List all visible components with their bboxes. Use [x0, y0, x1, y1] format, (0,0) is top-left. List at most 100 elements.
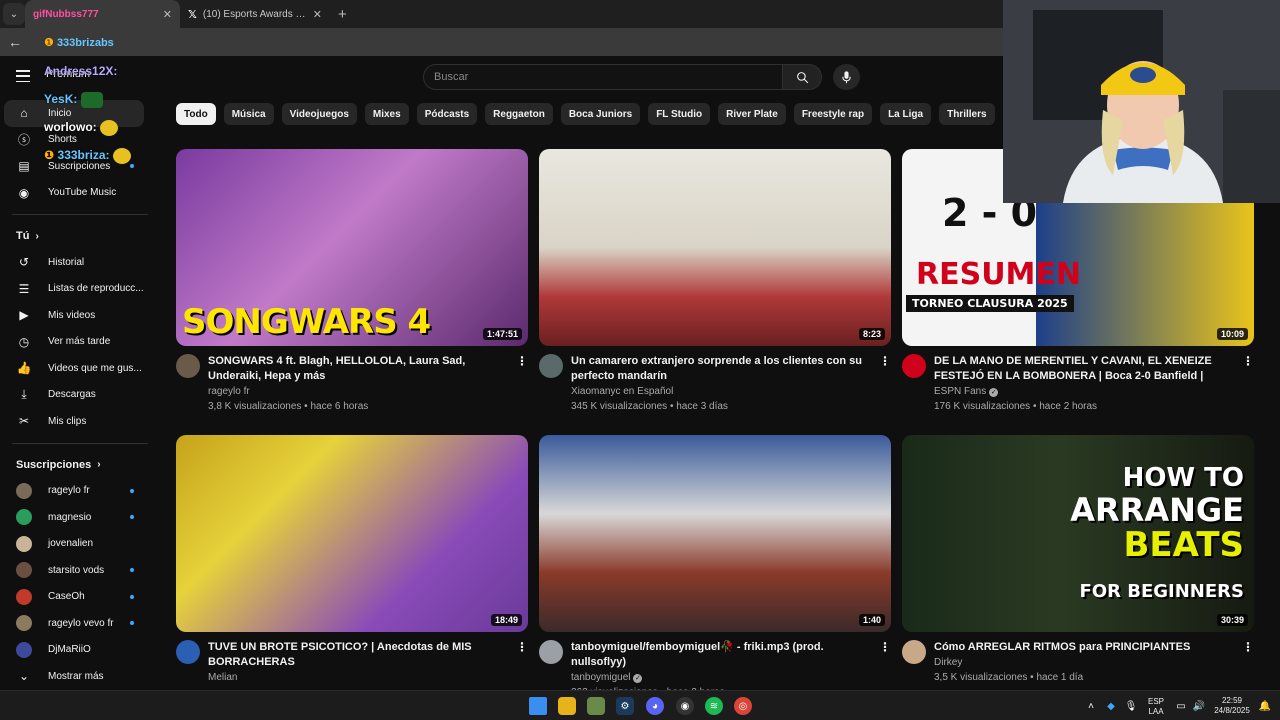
channel-avatar[interactable]	[539, 354, 563, 378]
chip-river-plate[interactable]: River Plate	[718, 103, 786, 125]
chip-mixes[interactable]: Mixes	[364, 103, 409, 125]
video-thumbnail[interactable]: 1:40	[539, 435, 891, 632]
more-options-icon[interactable]: ⋮	[516, 640, 528, 683]
microphone-tray-icon[interactable]: 🎙	[1122, 697, 1140, 715]
video-title[interactable]: Un camarero extranjero sorprende a los c…	[571, 354, 879, 384]
notifications-icon[interactable]: 🔔	[1256, 697, 1274, 715]
video-card[interactable]: 8:23 Un camarero extranjero sorprende a l…	[539, 149, 891, 412]
channel-avatar[interactable]	[902, 640, 926, 664]
sidebar-item-youtube-music[interactable]: ◉ YouTube Music	[0, 180, 160, 207]
video-card[interactable]: 18:49 TUVE UN BROTE PSICOTICO? | Anecdota…	[176, 435, 528, 683]
address-bar[interactable]: ❶ 333brizabs	[44, 36, 114, 49]
sidebar-sub-rageylo-vevo-fr[interactable]: rageylo vevo fr	[0, 610, 160, 637]
sidebar-item-videos-que-me-gus-[interactable]: 👍 Videos que me gus...	[0, 355, 160, 382]
video-title[interactable]: TUVE UN BROTE PSICOTICO? | Anecdotas de …	[208, 640, 516, 670]
channel-avatar[interactable]	[902, 354, 926, 378]
video-title[interactable]: tanboymiguel/femboymiguel🥀 - friki.mp3 (…	[571, 640, 879, 670]
close-tab-icon[interactable]: ✕	[313, 8, 322, 21]
home-icon: ⌂	[20, 106, 28, 121]
keyboard-language[interactable]: ESP LAA	[1144, 697, 1168, 717]
sidebar-item-ver-m-s-tarde[interactable]: ◷ Ver más tarde	[0, 329, 160, 356]
video-channel[interactable]: ESPN Fans ✓	[934, 386, 1242, 397]
video-channel[interactable]: rageylo fr	[208, 386, 516, 397]
video-channel[interactable]: Dirkey	[934, 657, 1242, 668]
clock[interactable]: 22:59 24/8/2025	[1208, 696, 1256, 716]
sidebar-heading-you[interactable]: Tú ›	[0, 223, 160, 249]
close-tab-icon[interactable]: ✕	[163, 8, 172, 21]
tab-title: (10) Esports Awards en X: "The	[202, 8, 307, 20]
more-options-icon[interactable]: ⋮	[879, 354, 891, 412]
video-thumbnail[interactable]: 8:23	[539, 149, 891, 346]
spotify-icon[interactable]: ≋	[705, 697, 723, 715]
chip-reggaeton[interactable]: Reggaeton	[485, 103, 553, 125]
hamburger-menu-icon[interactable]	[16, 70, 30, 82]
chevron-up-icon[interactable]: ˄	[1082, 697, 1100, 715]
video-card[interactable]: 1:40 tanboymiguel/femboymiguel🥀 - friki.m…	[539, 435, 891, 698]
video-card[interactable]: SONGWARS 4 1:47:51 SONGWARS 4 ft. Blagh, H…	[176, 149, 528, 412]
chip-música[interactable]: Música	[223, 103, 274, 125]
video-thumbnail[interactable]: SONGWARS 4 1:47:51	[176, 149, 528, 346]
chip-fl-studio[interactable]: FL Studio	[648, 103, 711, 125]
chip-boca-juniors[interactable]: Boca Juniors	[560, 103, 641, 125]
sidebar-heading-subscriptions[interactable]: Suscripciones ›	[0, 452, 160, 478]
tab-search-button[interactable]: ⌄	[3, 3, 25, 25]
sidebar-item-descargas[interactable]: ⤓ Descargas	[0, 382, 160, 409]
discord-icon[interactable]: ◕	[646, 697, 664, 715]
tab-title: gifNubbss777	[33, 8, 99, 20]
video-channel[interactable]: Melian	[208, 672, 516, 683]
search-input[interactable]: Buscar	[423, 64, 783, 90]
channel-avatar[interactable]	[539, 640, 563, 664]
tray-app-icon[interactable]: ◆	[1102, 697, 1120, 715]
more-options-icon[interactable]: ⋮	[1242, 640, 1254, 683]
sidebar-sub-djmariio[interactable]: DjMaRiiO	[0, 637, 160, 664]
channel-avatar[interactable]	[176, 640, 200, 664]
sidebar-show-more[interactable]: ⌄ Mostrar más	[0, 663, 160, 690]
search-button[interactable]	[782, 64, 822, 90]
video-thumbnail[interactable]: 18:49	[176, 435, 528, 632]
chat-line: worlowo:	[44, 120, 97, 135]
tab-active[interactable]: gifNubbss777 ✕	[25, 0, 180, 28]
file-explorer-icon[interactable]	[558, 697, 576, 715]
sidebar-sub-jovenalien[interactable]: jovenalien	[0, 531, 160, 558]
new-tab-icon[interactable]: +	[338, 6, 347, 23]
more-options-icon[interactable]: ⋮	[516, 354, 528, 412]
windows-start-icon[interactable]	[529, 697, 547, 715]
sidebar-sub-rageylo-fr[interactable]: rageylo fr	[0, 478, 160, 505]
sidebar-item-historial[interactable]: ↺ Historial	[0, 249, 160, 276]
app-icon[interactable]	[587, 697, 605, 715]
chip-thrillers[interactable]: Thrillers	[939, 103, 995, 125]
sidebar-item-listas-de-reproducc-[interactable]: ☰ Listas de reproducc...	[0, 276, 160, 303]
channel-avatar[interactable]	[176, 354, 200, 378]
video-channel[interactable]: tanboymiguel ✓	[571, 672, 879, 683]
voice-search-button[interactable]	[833, 64, 860, 90]
steam-icon[interactable]: ⚙	[616, 697, 634, 715]
video-title[interactable]: Cómo ARREGLAR RITMOS para PRINCIPIANTES	[934, 640, 1242, 655]
sidebar-sub-magnesio[interactable]: magnesio	[0, 504, 160, 531]
channel-avatar	[16, 588, 32, 605]
tab-esports[interactable]: 𝕏 (10) Esports Awards en X: "The ✕	[180, 0, 330, 28]
youtube-music-icon: ◉	[18, 185, 30, 200]
chip-freestyle-rap[interactable]: Freestyle rap	[793, 103, 873, 125]
video-title[interactable]: DE LA MANO DE MERENTIEL Y CAVANI, EL XEN…	[934, 354, 1242, 384]
sidebar-sub-starsito-vods[interactable]: starsito vods	[0, 557, 160, 584]
filter-chips: Todo Música Videojuegos Mixes Pódcasts Reggae…	[176, 103, 1003, 125]
sidebar-sub-caseoh[interactable]: CaseOh	[0, 584, 160, 611]
video-thumbnail[interactable]: HOW TO ARRANGE BEATS FOR BEGINNERS 30:39	[902, 435, 1254, 632]
chat-emote-icon	[100, 120, 119, 136]
network-icon[interactable]: ▭	[1172, 697, 1190, 715]
video-title[interactable]: SONGWARS 4 ft. Blagh, HELLOLOLA, Laura S…	[208, 354, 516, 384]
sidebar-item-mis-videos[interactable]: ▶ Mis videos	[0, 302, 160, 329]
chip-la-liga[interactable]: La Liga	[880, 103, 932, 125]
video-card[interactable]: HOW TO ARRANGE BEATS FOR BEGINNERS 30:39 Cómo…	[902, 435, 1254, 683]
obs-icon[interactable]: ◉	[676, 697, 694, 715]
back-arrow-icon[interactable]: ←	[8, 34, 22, 50]
chrome-icon[interactable]: ◎	[734, 697, 752, 715]
sidebar-item-mis-clips[interactable]: ✂ Mis clips	[0, 408, 160, 435]
volume-icon[interactable]: 🔊	[1190, 697, 1208, 715]
chip-pódcasts[interactable]: Pódcasts	[416, 103, 478, 125]
chip-videojuegos[interactable]: Videojuegos	[281, 103, 357, 125]
thumbnail-subtitle: RESUMEN	[916, 257, 1082, 292]
chip-todo[interactable]: Todo	[176, 103, 216, 125]
video-channel[interactable]: Xiaomanyc en Español	[571, 386, 879, 397]
more-options-icon[interactable]: ⋮	[1242, 354, 1254, 412]
